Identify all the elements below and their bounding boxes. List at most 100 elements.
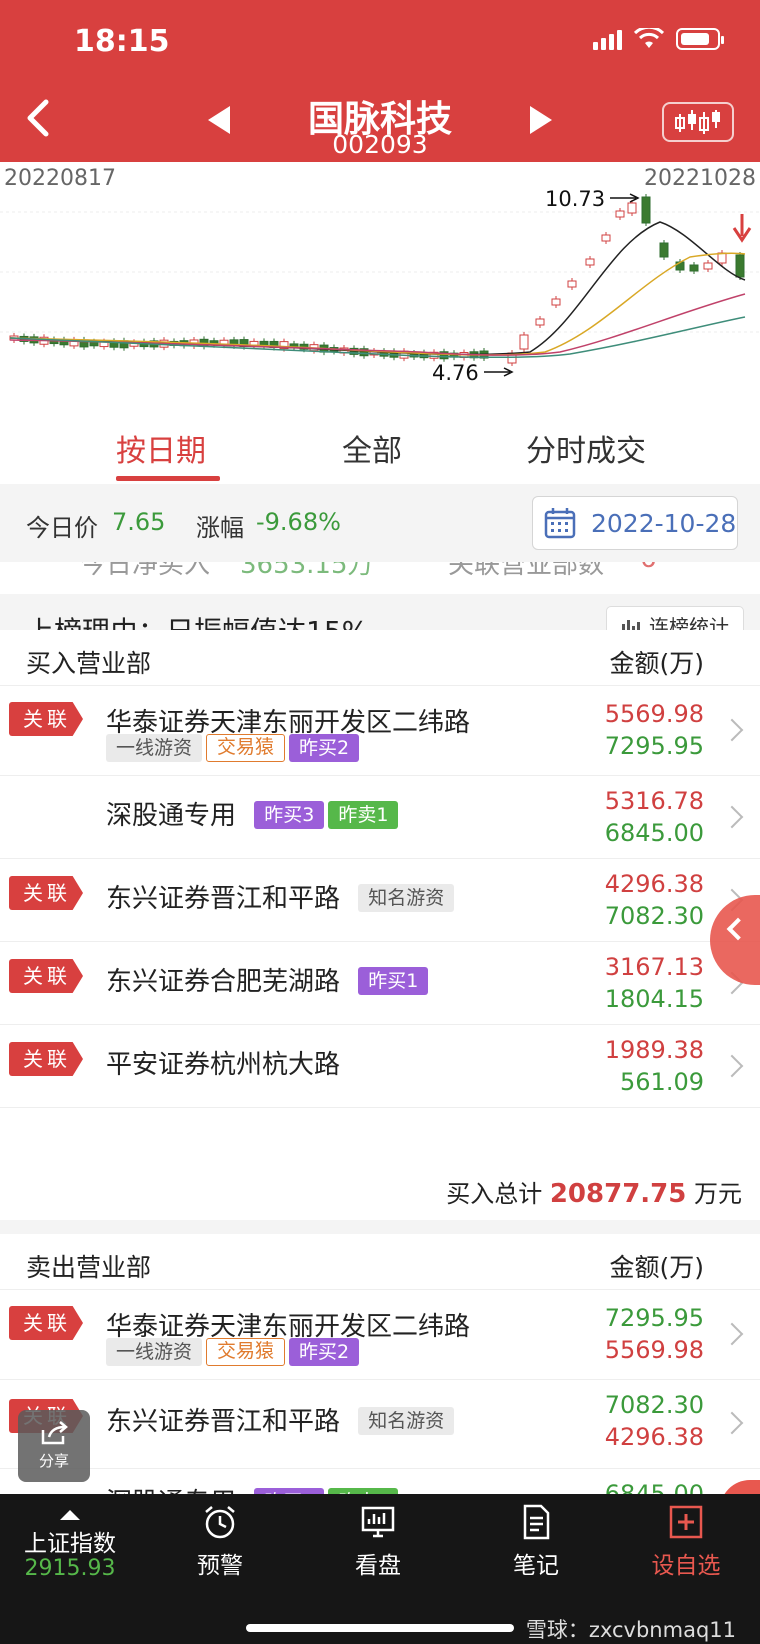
tab-by-date[interactable]: 按日期 xyxy=(116,426,206,470)
buy-amount-header: 金额(万) xyxy=(609,649,704,678)
buy-total-label: 买入总计 xyxy=(446,1180,543,1208)
sell-broker-row[interactable]: 关联 东兴证券晋江和平路 知名游资 7082.30 4296.38 xyxy=(0,1381,760,1469)
broker-badges: 昨买3 昨卖1 xyxy=(254,800,399,829)
price-bar: 今日价 7.65 涨幅 -9.68% 2022-10-28 xyxy=(0,484,760,562)
sell-section-header: 卖出营业部 金额(万) xyxy=(0,1234,760,1290)
low-annotation: 4.76 xyxy=(432,361,514,385)
buy-amount: 4296.38 xyxy=(604,1423,704,1451)
badge-yesterday-buy: 昨买2 xyxy=(289,734,360,762)
candle-body xyxy=(641,196,651,224)
candle-body xyxy=(551,298,561,306)
broker-name-line: 东兴证券晋江和平路 知名游资 xyxy=(106,1401,455,1438)
nav-label: 看盘 xyxy=(355,1553,401,1579)
wifi-icon xyxy=(634,28,664,48)
home-indicator[interactable] xyxy=(246,1624,514,1632)
stock-code: 002093 xyxy=(332,130,428,159)
broker-badges: 一线游资 交易猿 昨买2 xyxy=(106,1338,360,1366)
related-tag[interactable]: 关联 xyxy=(9,702,83,736)
net-buy-label: 今日净买入 xyxy=(80,562,211,580)
tab-active-indicator xyxy=(116,476,220,481)
net-buy-row: 今日净买入 3653.15万 关联营业部数 6 xyxy=(0,562,760,590)
sell-section-title: 卖出营业部 xyxy=(26,1253,152,1282)
nav-alert[interactable]: 预警 xyxy=(144,1494,296,1614)
buy-amount: 5316.78 xyxy=(604,787,704,815)
broker-name-line: 深股通专用 昨买3 昨卖1 xyxy=(106,795,399,832)
tab-bar: 按日期 全部 分时成交 xyxy=(0,410,760,484)
buy-broker-row[interactable]: 深股通专用 昨买3 昨卖1 5316.78 6845.00 xyxy=(0,777,760,859)
chevron-right-icon xyxy=(720,805,744,829)
buy-total-value: 20877.75 xyxy=(549,1179,687,1209)
badge-yesterday-buy: 昨买2 xyxy=(289,1338,360,1366)
sell-amount: 7082.30 xyxy=(604,1391,704,1419)
buy-total: 买入总计 20877.75 万元 xyxy=(446,1174,742,1209)
buy-total-unit: 万元 xyxy=(694,1180,742,1208)
high-price-label: 10.73 xyxy=(545,187,605,211)
buy-broker-row[interactable]: 关联 东兴证券晋江和平路 知名游资 4296.38 7082.30 xyxy=(0,860,760,942)
watermark: 雪球：zxcvbnmaq11 xyxy=(525,1618,736,1642)
candle-body xyxy=(535,318,545,326)
expand-up-icon xyxy=(60,1510,80,1520)
next-stock-button[interactable] xyxy=(530,106,552,134)
selected-date: 2022-10-28 xyxy=(591,508,737,538)
sell-amount: 7295.95 xyxy=(604,1304,704,1332)
kline-chart-button[interactable] xyxy=(662,102,734,142)
related-count-value: 6 xyxy=(640,562,657,574)
section-divider xyxy=(0,1220,760,1234)
buy-broker-row[interactable]: 关联 东兴证券合肥芜湖路 昨买1 3167.13 1804.15 xyxy=(0,943,760,1025)
today-price-value: 7.65 xyxy=(112,508,166,536)
candle-body xyxy=(601,234,611,242)
buy-broker-row[interactable]: 关联 华泰证券天津东丽开发区二纬路 一线游资 交易猿 昨买2 5569.98 7… xyxy=(0,686,760,776)
header: 18:15 国脉科技 002093 xyxy=(0,0,760,162)
status-time: 18:15 xyxy=(74,24,170,59)
monitor-chart-icon xyxy=(361,1506,395,1538)
nav-add-favorite[interactable]: 设自选 xyxy=(610,1494,760,1614)
low-price-label: 4.76 xyxy=(432,361,479,385)
buy-section-title: 买入营业部 xyxy=(26,649,152,678)
nav-notes[interactable]: 笔记 xyxy=(460,1494,612,1614)
broker-name-line: 东兴证券晋江和平路 知名游资 xyxy=(106,878,455,915)
change-value: -9.68% xyxy=(256,508,341,536)
badge-yesterday-sell: 昨卖1 xyxy=(328,800,399,829)
tab-intraday-trades[interactable]: 分时成交 xyxy=(526,426,646,470)
badge-trade-ape: 交易猿 xyxy=(206,734,286,762)
candle-body xyxy=(717,252,727,264)
candle-body xyxy=(567,280,577,288)
buy-broker-row[interactable]: 关联 平安证券杭州杭大路 1989.38 561.09 xyxy=(0,1026,760,1108)
price-chart[interactable]: 20220817 20221028 10.73 4.76 xyxy=(0,162,760,410)
candle-body xyxy=(519,334,529,350)
screen: 18:15 国脉科技 002093 20220817 20221028 10.7… xyxy=(0,0,760,1644)
candle-body xyxy=(689,264,699,272)
broker-badges: 昨买1 xyxy=(358,966,429,995)
broker-name: 东兴证券晋江和平路 xyxy=(106,884,341,914)
candle-body xyxy=(703,262,713,270)
related-tag[interactable]: 关联 xyxy=(9,959,83,993)
broker-name: 东兴证券合肥芜湖路 xyxy=(106,967,341,997)
buy-amount: 5569.98 xyxy=(604,700,704,728)
nav-index[interactable]: 上证指数 2915.93 xyxy=(0,1494,140,1614)
nav-market[interactable]: 看盘 xyxy=(302,1494,454,1614)
related-count-label: 关联营业部数 xyxy=(448,562,605,580)
candle-body xyxy=(735,254,745,278)
date-picker[interactable]: 2022-10-28 xyxy=(532,496,738,550)
share-button[interactable]: 分享 xyxy=(18,1410,90,1482)
candle-body xyxy=(585,258,595,266)
sell-broker-row[interactable]: 关联 华泰证券天津东丽开发区二纬路 一线游资 交易猿 昨买2 7295.95 5… xyxy=(0,1290,760,1380)
change-label: 涨幅 xyxy=(196,514,244,542)
badge-tier1-trader: 一线游资 xyxy=(106,1338,203,1366)
kline-svg: 10.73 4.76 xyxy=(0,187,760,385)
related-tag[interactable]: 关联 xyxy=(9,1042,83,1076)
status-icons xyxy=(593,28,724,50)
related-tag[interactable]: 关联 xyxy=(9,876,83,910)
related-tag[interactable]: 关联 xyxy=(9,1306,83,1340)
broker-name-line: 东兴证券合肥芜湖路 昨买1 xyxy=(106,961,429,998)
tab-all[interactable]: 全部 xyxy=(342,426,402,470)
add-favorite-icon xyxy=(669,1505,703,1539)
index-name: 上证指数 xyxy=(24,1531,116,1557)
nav-label: 笔记 xyxy=(513,1553,559,1579)
share-icon xyxy=(41,1421,68,1445)
chevron-right-icon xyxy=(720,1411,744,1435)
sell-amount-header: 金额(万) xyxy=(609,1253,704,1282)
nav-label: 预警 xyxy=(197,1553,243,1579)
badge-tier1-trader: 一线游资 xyxy=(106,734,203,762)
sell-amount: 561.09 xyxy=(620,1068,704,1096)
